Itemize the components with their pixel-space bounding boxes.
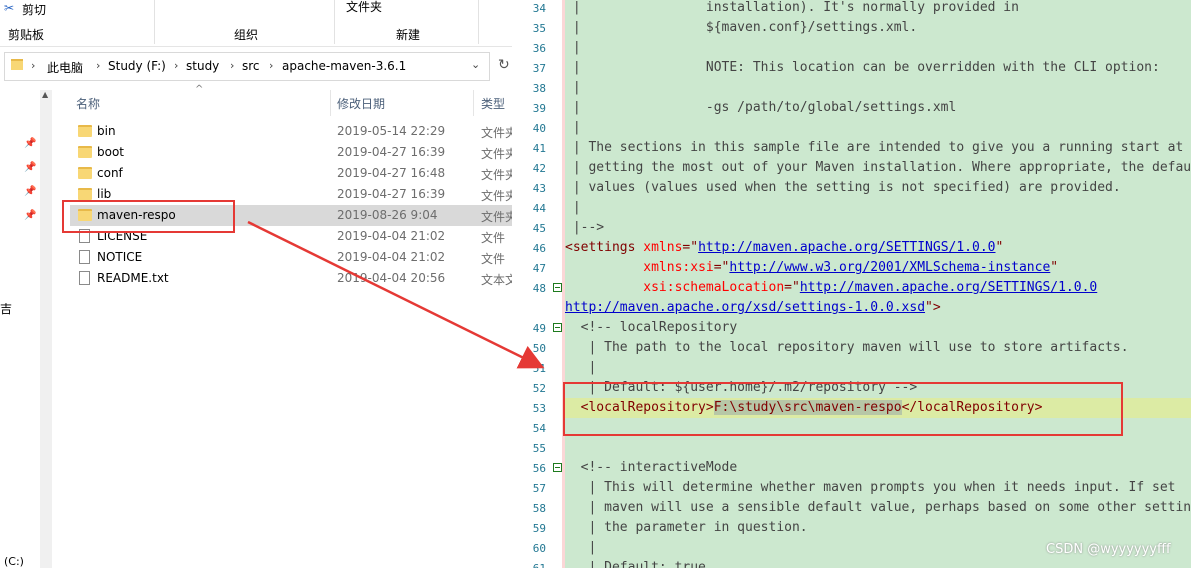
watermark: CSDN @wyyyyyyfff (1046, 542, 1171, 557)
annotation-arrow (247, 220, 545, 369)
